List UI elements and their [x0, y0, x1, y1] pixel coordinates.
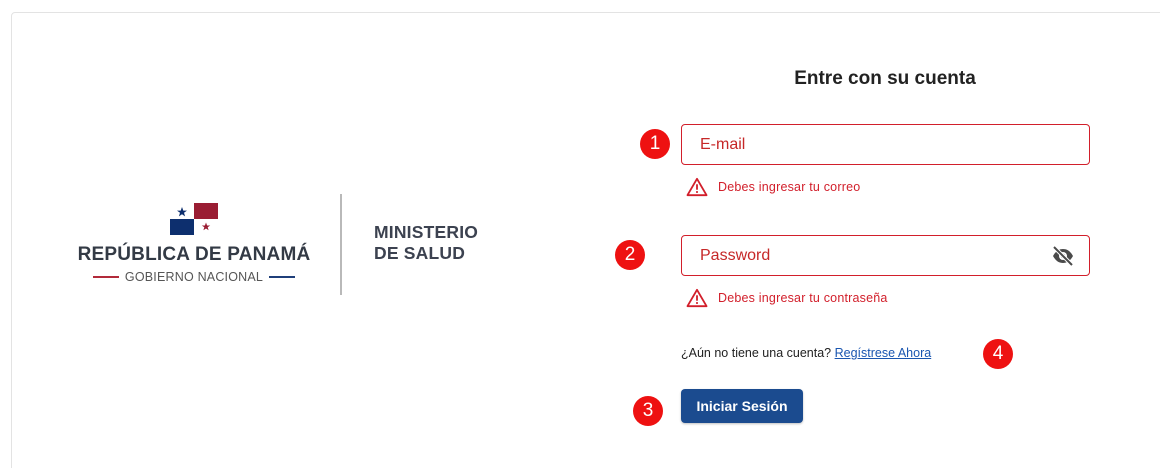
password-field[interactable]	[681, 235, 1090, 276]
country-name: REPÚBLICA DE PANAMÁ	[77, 244, 311, 265]
form-title: Entre con su cuenta	[794, 68, 976, 89]
email-error-text: Debes ingresar tu correo	[718, 180, 861, 194]
email-field[interactable]	[681, 124, 1090, 165]
login-button[interactable]: Iniciar Sesión	[681, 389, 803, 423]
panama-flag-icon	[170, 203, 218, 235]
warning-triangle-icon	[686, 288, 708, 308]
warning-triangle-icon	[686, 177, 708, 197]
annotation-badge-3: 3	[633, 396, 663, 426]
password-input[interactable]	[700, 246, 1020, 265]
email-error: Debes ingresar tu correo	[686, 177, 860, 197]
government-label: GOBIERNO NACIONAL	[124, 270, 264, 284]
register-prompt: ¿Aún no tiene una cuenta? Regístrese Aho…	[681, 346, 931, 360]
password-error: Debes ingresar tu contraseña	[686, 288, 888, 308]
decorative-line-red	[92, 276, 119, 278]
government-subtitle: GOBIERNO NACIONAL	[60, 268, 328, 286]
ministry-name: MINISTERIO DE SALUD	[374, 222, 514, 264]
annotation-badge-1: 1	[640, 129, 670, 159]
register-prompt-text: ¿Aún no tiene una cuenta?	[681, 346, 832, 360]
ministry-line-2: DE SALUD	[374, 243, 466, 263]
email-input[interactable]	[700, 135, 1020, 154]
decorative-line-blue	[269, 276, 296, 278]
annotation-badge-2: 2	[615, 240, 645, 270]
ministry-line-1: MINISTERIO	[374, 222, 479, 242]
annotation-badge-4: 4	[983, 339, 1013, 369]
register-link[interactable]: Regístrese Ahora	[835, 346, 932, 360]
password-error-text: Debes ingresar tu contraseña	[718, 291, 888, 305]
branding-divider	[340, 194, 342, 295]
eye-slash-icon[interactable]	[1051, 245, 1075, 267]
